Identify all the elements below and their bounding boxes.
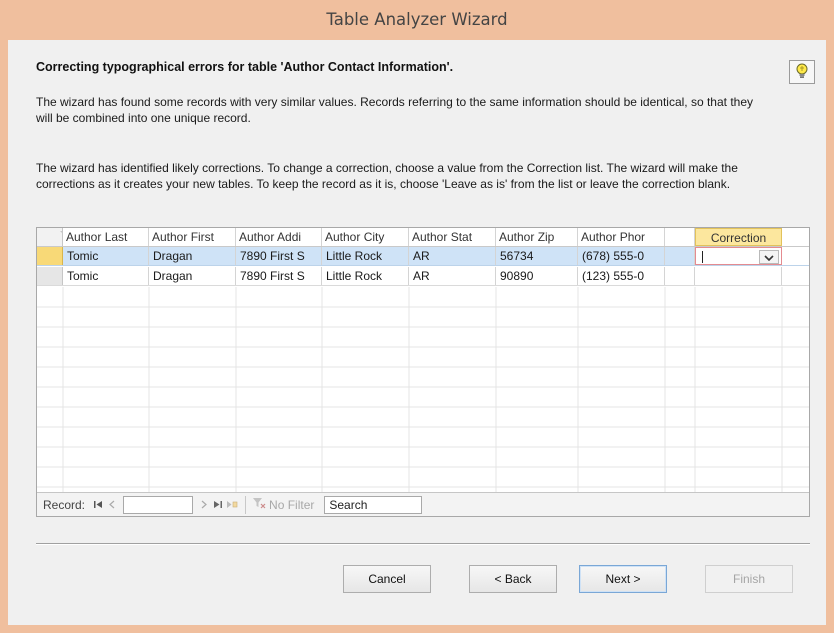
separator-line (36, 543, 810, 545)
text-cursor (702, 251, 703, 263)
corrections-datasheet[interactable]: Author Last Author First Author Addi Aut… (36, 227, 810, 517)
table-cell[interactable] (665, 247, 695, 265)
next-record-icon[interactable] (197, 497, 211, 513)
table-cell[interactable]: Tomic (63, 247, 149, 265)
column-header[interactable]: Author Addi (236, 228, 322, 246)
table-cell[interactable]: 7890 First S (236, 247, 322, 265)
row-filler (782, 247, 809, 265)
new-record-icon[interactable] (225, 497, 239, 513)
table-cell[interactable]: Tomic (63, 267, 149, 285)
table-cell[interactable]: 90890 (496, 267, 578, 285)
row-filler (782, 267, 809, 285)
instructions-paragraph: The wizard has identified likely correct… (36, 161, 738, 191)
correction-combo[interactable] (695, 247, 782, 265)
column-header[interactable]: Author Zip (496, 228, 578, 246)
last-record-icon[interactable] (211, 497, 225, 513)
record-selector[interactable] (37, 247, 63, 265)
page-heading: Correcting typographical errors for tabl… (36, 60, 454, 74)
wizard-body: Correcting typographical errors for tabl… (8, 40, 826, 625)
table-row[interactable]: Tomic Dragan 7890 First S Little Rock AR… (37, 267, 809, 286)
column-header[interactable]: Author Phor (578, 228, 665, 246)
column-header[interactable]: Author Stat (409, 228, 496, 246)
finish-button[interactable]: Finish (705, 565, 793, 593)
table-cell[interactable] (665, 267, 695, 285)
table-cell[interactable]: Little Rock (322, 267, 409, 285)
column-header-filler (782, 228, 809, 246)
next-button[interactable]: Next > (579, 565, 667, 593)
dropdown-button[interactable] (759, 250, 779, 264)
description-paragraph: The wizard has found some records with v… (36, 95, 753, 125)
table-cell[interactable]: Little Rock (322, 247, 409, 265)
search-input[interactable]: Search (324, 495, 423, 514)
table-cell[interactable]: (678) 555-0 (578, 247, 665, 265)
correction-cell[interactable] (695, 267, 782, 285)
chevron-down-icon (764, 250, 774, 264)
table-cell[interactable]: (123) 555-0 (578, 267, 665, 285)
hint-button[interactable] (789, 60, 815, 84)
correction-column-header[interactable]: Correction (695, 228, 782, 246)
title-bar[interactable]: Table Analyzer Wizard (6, 0, 828, 38)
select-all-corner[interactable] (37, 228, 63, 246)
current-record-input[interactable] (123, 495, 194, 514)
record-label: Record: (43, 497, 86, 512)
table-cell[interactable]: AR (409, 247, 496, 265)
table-cell[interactable]: Dragan (149, 247, 236, 265)
wizard-window: Table Analyzer Wizard Correcting typogra… (0, 0, 834, 633)
table-cell[interactable]: 7890 First S (236, 267, 322, 285)
divider (245, 495, 247, 514)
record-navigation-bar: Record: No Filter Search (37, 492, 809, 516)
column-header[interactable] (665, 228, 695, 246)
datasheet-header-row: Author Last Author First Author Addi Aut… (37, 228, 809, 247)
lightbulb-icon (793, 62, 811, 83)
table-cell[interactable]: 56734 (496, 247, 578, 265)
cancel-button[interactable]: Cancel (343, 565, 431, 593)
column-header[interactable]: Author First (149, 228, 236, 246)
filter-icon (252, 497, 266, 512)
back-button[interactable]: < Back (469, 565, 557, 593)
no-filter-label: No Filter (269, 497, 315, 512)
column-header[interactable]: Author City (322, 228, 409, 246)
table-row[interactable]: Tomic Dragan 7890 First S Little Rock AR… (37, 247, 809, 266)
no-filter-button[interactable]: No Filter (252, 497, 314, 512)
first-record-icon[interactable] (91, 497, 105, 513)
previous-record-icon[interactable] (105, 497, 119, 513)
table-cell[interactable]: Dragan (149, 267, 236, 285)
column-header[interactable]: Author Last (63, 228, 149, 246)
window-title: Table Analyzer Wizard (326, 9, 508, 29)
table-cell[interactable]: AR (409, 267, 496, 285)
record-selector[interactable] (37, 267, 63, 285)
